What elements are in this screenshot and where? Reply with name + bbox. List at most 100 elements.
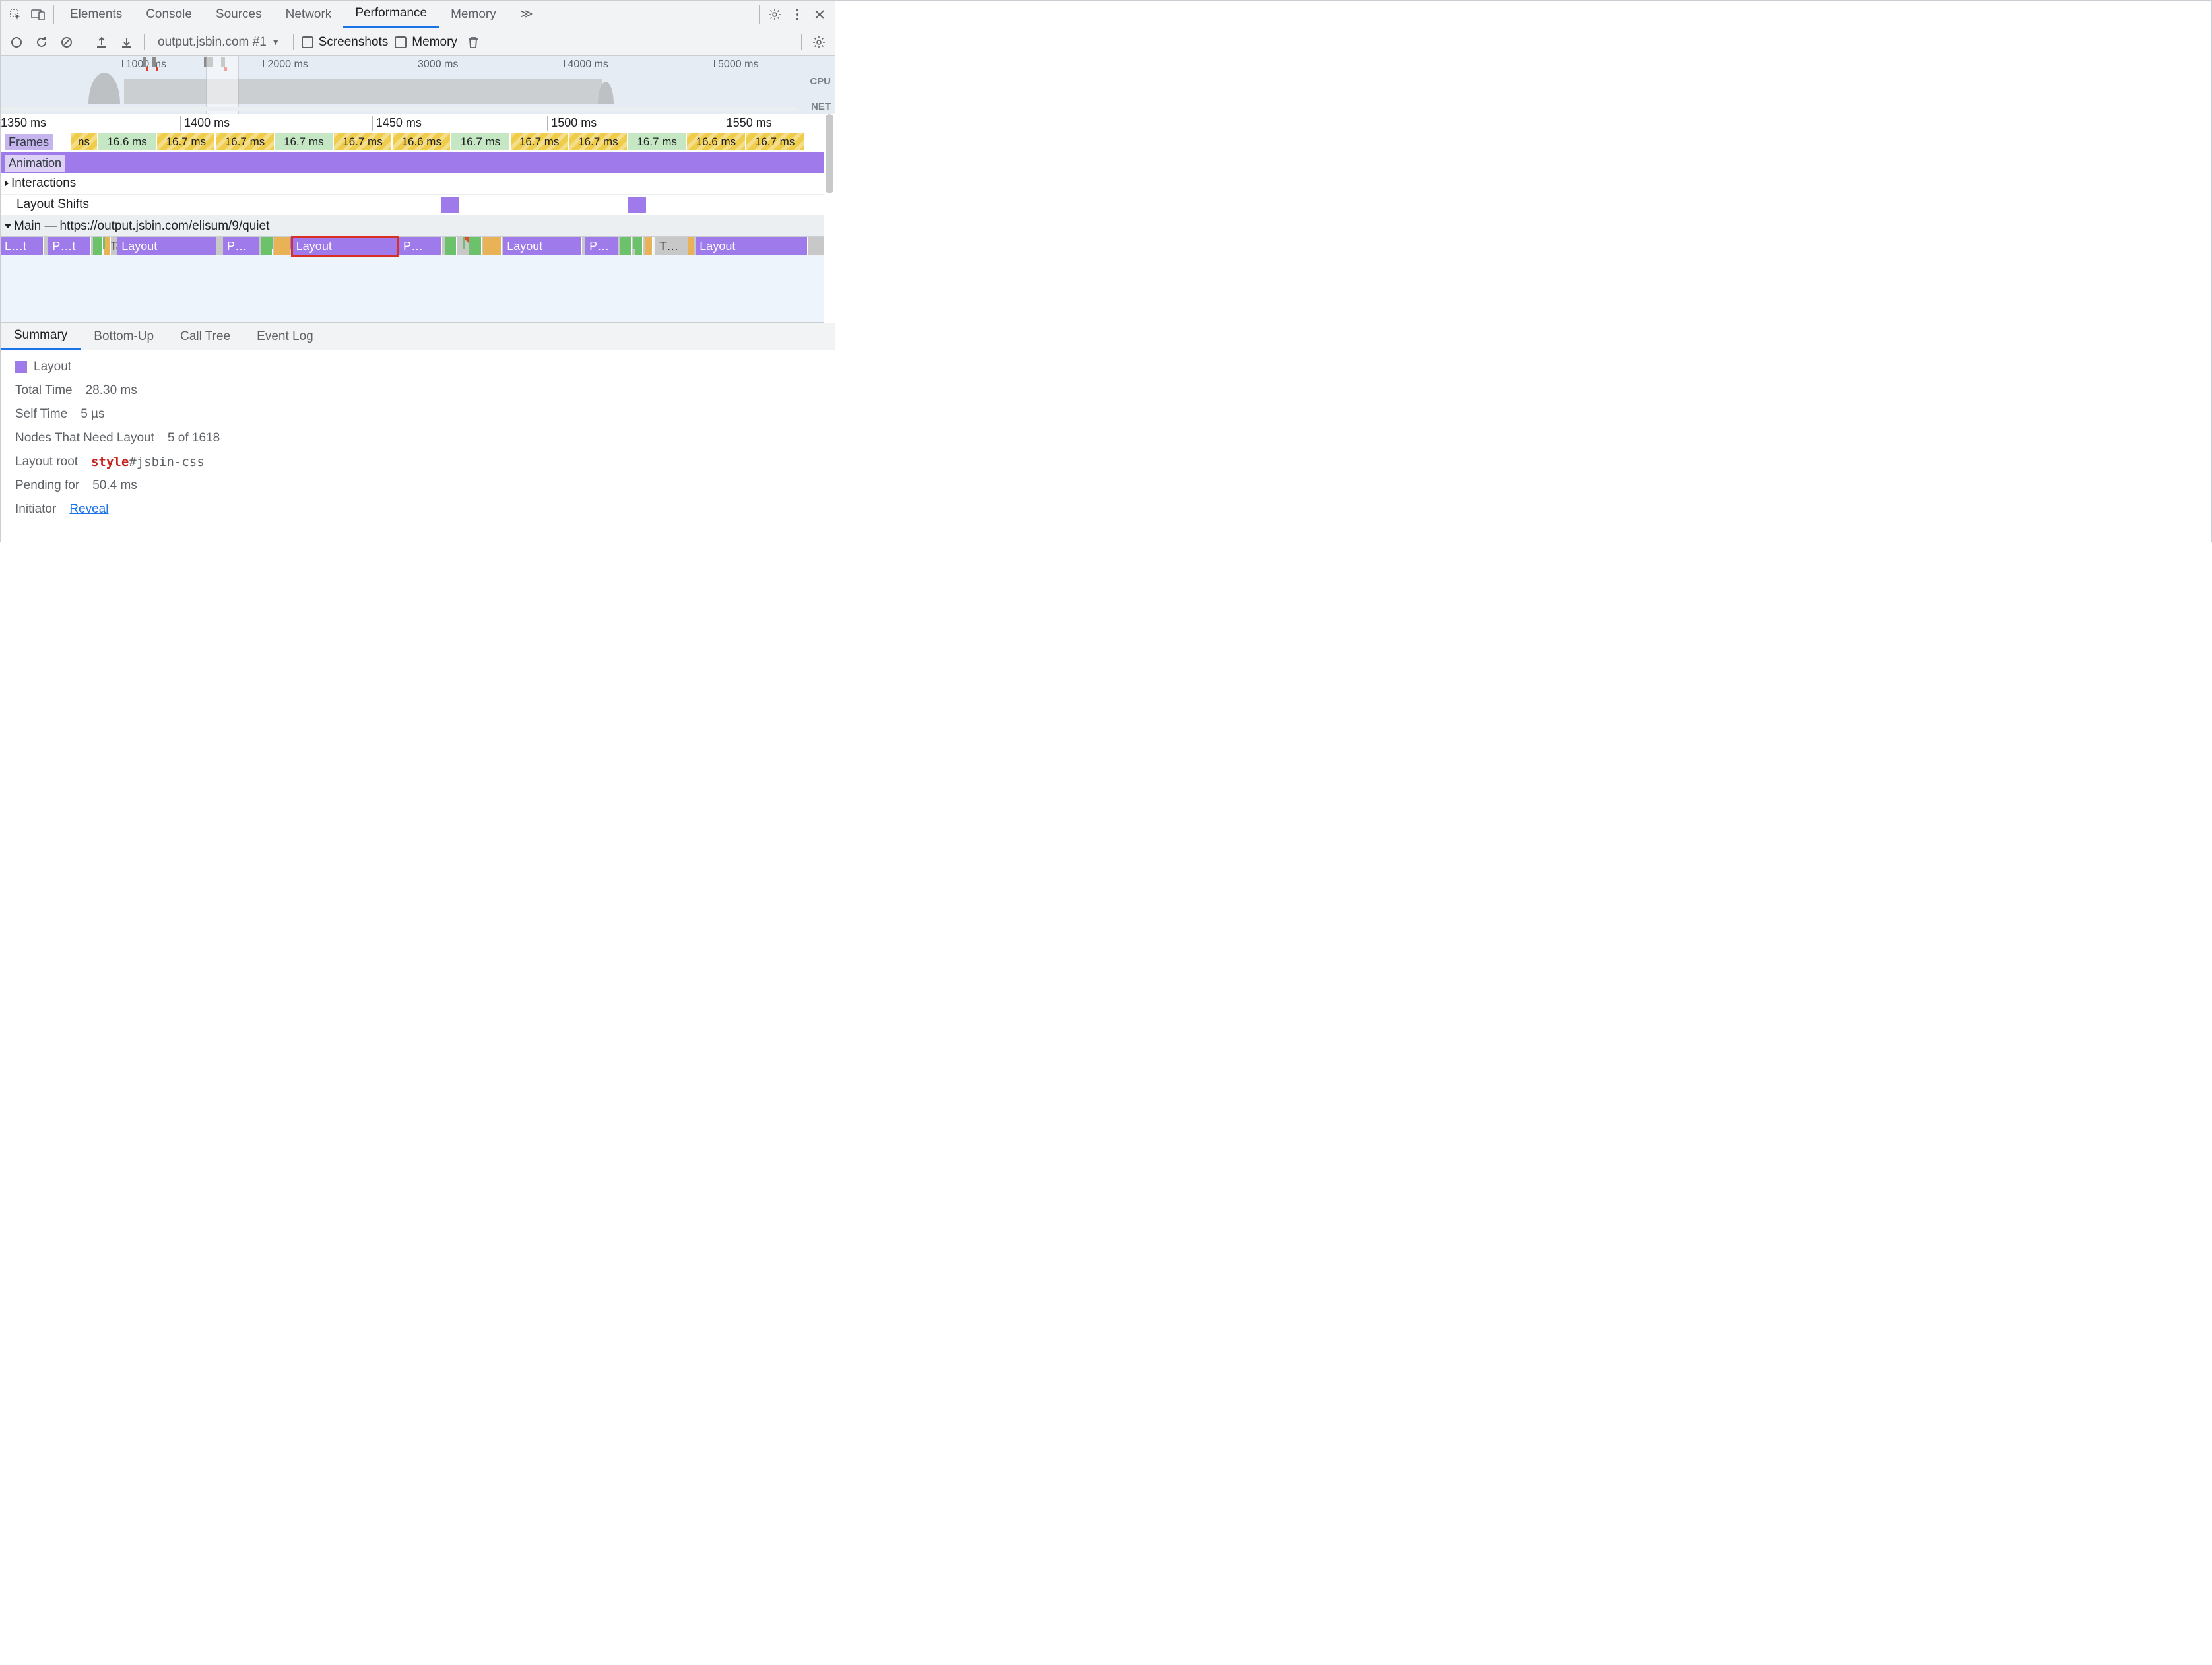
layout-root-key: Layout root	[15, 455, 78, 469]
interactions-lane-text: Interactions	[11, 176, 76, 191]
ruler-tick: 1550 ms	[727, 116, 772, 130]
screenshots-checkbox[interactable]: Screenshots	[302, 35, 389, 49]
cpu-axis-label: CPU	[810, 76, 831, 87]
flame-sub-mark[interactable]	[271, 237, 273, 249]
memory-checkbox[interactable]: Memory	[395, 35, 457, 49]
gear-icon[interactable]	[810, 33, 828, 51]
tab-memory[interactable]: Memory	[439, 1, 508, 28]
download-icon[interactable]	[117, 33, 136, 51]
overview-window[interactable]	[206, 56, 240, 114]
self-time-key: Self Time	[15, 407, 67, 422]
flame-block[interactable]	[483, 237, 501, 255]
flame-p[interactable]: P…	[399, 237, 442, 255]
performance-toolbar: output.jsbin.com #1 ▼ Screenshots Memory	[1, 28, 835, 56]
frame-block[interactable]: 16.7 ms	[746, 133, 803, 150]
interactions-lane-label: Interactions	[5, 176, 76, 191]
flame-block[interactable]	[445, 237, 457, 255]
detail-tab-summary[interactable]: Summary	[1, 323, 81, 350]
frame-block[interactable]: 16.6 ms	[98, 133, 156, 150]
frame-block[interactable]: 16.7 ms	[275, 133, 333, 150]
tab-elements[interactable]: Elements	[58, 1, 134, 28]
frame-block[interactable]: 16.7 ms	[157, 133, 214, 150]
main-thread-header[interactable]: Main — https://output.jsbin.com/elisum/9…	[1, 216, 824, 237]
flame-block[interactable]	[469, 237, 482, 255]
flame-layout[interactable]: Layout	[696, 237, 808, 255]
frame-block[interactable]: 16.6 ms	[687, 133, 744, 150]
flame-sub-mark[interactable]	[117, 237, 119, 249]
ruler-tick: 1450 ms	[376, 116, 422, 130]
overview-tick: 2000 ms	[267, 59, 308, 71]
gear-icon[interactable]	[764, 3, 786, 26]
cpu-graph	[1, 71, 797, 104]
summary-panel: Layout Total Time28.30 ms Self Time5 µs …	[1, 350, 835, 542]
flame-sub-mark[interactable]	[463, 237, 465, 249]
flame-layout[interactable]: Layout	[292, 237, 398, 255]
divider	[144, 34, 145, 50]
detail-tab-bottom-up[interactable]: Bottom-Up	[81, 323, 167, 350]
flame-sub-mark[interactable]	[503, 237, 505, 249]
detail-tab-event-log[interactable]: Event Log	[244, 323, 327, 350]
detail-ruler[interactable]: 1350 ms1400 ms1450 ms1500 ms1550 ms	[1, 114, 835, 131]
animation-lane[interactable]: Animation	[1, 152, 824, 174]
flame-p[interactable]: P…	[223, 237, 259, 255]
kebab-icon[interactable]	[786, 3, 808, 26]
upload-icon[interactable]	[92, 33, 111, 51]
inspect-icon[interactable]	[5, 3, 27, 26]
main-thread-flame[interactable]: TaskTaskTaskTaskT…Task L…tP…tLayoutP…Lay…	[1, 237, 824, 323]
tab-performance[interactable]: Performance	[343, 1, 439, 28]
ruler-tick: 1350 ms	[1, 116, 46, 130]
close-icon[interactable]	[808, 3, 831, 26]
overview-tick: 5000 ms	[718, 59, 758, 71]
frame-block[interactable]: 16.7 ms	[628, 133, 686, 150]
screenshots-label: Screenshots	[319, 35, 389, 49]
flame-p[interactable]: P…	[585, 237, 618, 255]
page-selector[interactable]: output.jsbin.com #1 ▼	[152, 35, 285, 49]
flame-block[interactable]	[93, 237, 103, 255]
layout-shift-block[interactable]	[441, 197, 459, 213]
record-icon[interactable]	[7, 33, 26, 51]
animation-lane-label: Animation	[5, 155, 65, 172]
frame-block[interactable]: 16.6 ms	[393, 133, 450, 150]
frame-block[interactable]: ns	[71, 133, 97, 150]
flame-lt[interactable]: L…t	[1, 237, 44, 255]
frame-block[interactable]: 16.7 ms	[511, 133, 568, 150]
flame-layout[interactable]: Layout	[117, 237, 216, 255]
reload-icon[interactable]	[32, 33, 51, 51]
flame-block[interactable]	[620, 237, 631, 255]
tab-console[interactable]: Console	[134, 1, 204, 28]
flame-sub-mark[interactable]	[645, 237, 647, 249]
collapse-icon[interactable]	[5, 224, 11, 228]
tab-network[interactable]: Network	[274, 1, 344, 28]
flame-sub-mark[interactable]	[103, 237, 105, 249]
frame-block[interactable]: 16.7 ms	[569, 133, 627, 150]
layout-shifts-lane[interactable]: Layout Shifts	[1, 195, 824, 216]
flame-block[interactable]	[274, 237, 290, 255]
frame-block[interactable]: 16.7 ms	[216, 133, 273, 150]
tabs-overflow[interactable]: ≫	[508, 1, 545, 28]
flame-sub-mark[interactable]	[696, 237, 698, 249]
interactions-lane[interactable]: Interactions	[1, 174, 824, 195]
divider	[801, 34, 802, 50]
divider	[53, 5, 54, 24]
frame-block[interactable]: 16.7 ms	[334, 133, 391, 150]
initiator-key: Initiator	[15, 502, 56, 517]
trash-icon[interactable]	[464, 33, 482, 51]
frame-block[interactable]: 16.7 ms	[451, 133, 509, 150]
divider	[759, 5, 760, 24]
clear-icon[interactable]	[57, 33, 76, 51]
layout-shift-block[interactable]	[628, 197, 646, 213]
device-toggle-icon[interactable]	[27, 3, 49, 26]
flame-block[interactable]	[688, 237, 694, 255]
frames-lane[interactable]: Frames ns16.6 ms16.7 ms16.7 ms16.7 ms16.…	[1, 131, 824, 152]
flame-block[interactable]	[104, 237, 111, 255]
flame-sub-mark[interactable]	[633, 237, 635, 249]
initiator-reveal-link[interactable]: Reveal	[69, 502, 108, 517]
tab-sources[interactable]: Sources	[204, 1, 274, 28]
timeline-overview[interactable]: 1000 ms2000 ms3000 ms4000 ms5000 ms CPU …	[1, 56, 835, 114]
flame-layout[interactable]: Layout	[503, 237, 582, 255]
expand-icon[interactable]	[5, 180, 9, 187]
detail-tab-call-tree[interactable]: Call Tree	[167, 323, 244, 350]
flame-block[interactable]	[635, 237, 643, 255]
flame-pt[interactable]: P…t	[48, 237, 91, 255]
layout-root-value: style#jsbin-css	[91, 455, 205, 469]
